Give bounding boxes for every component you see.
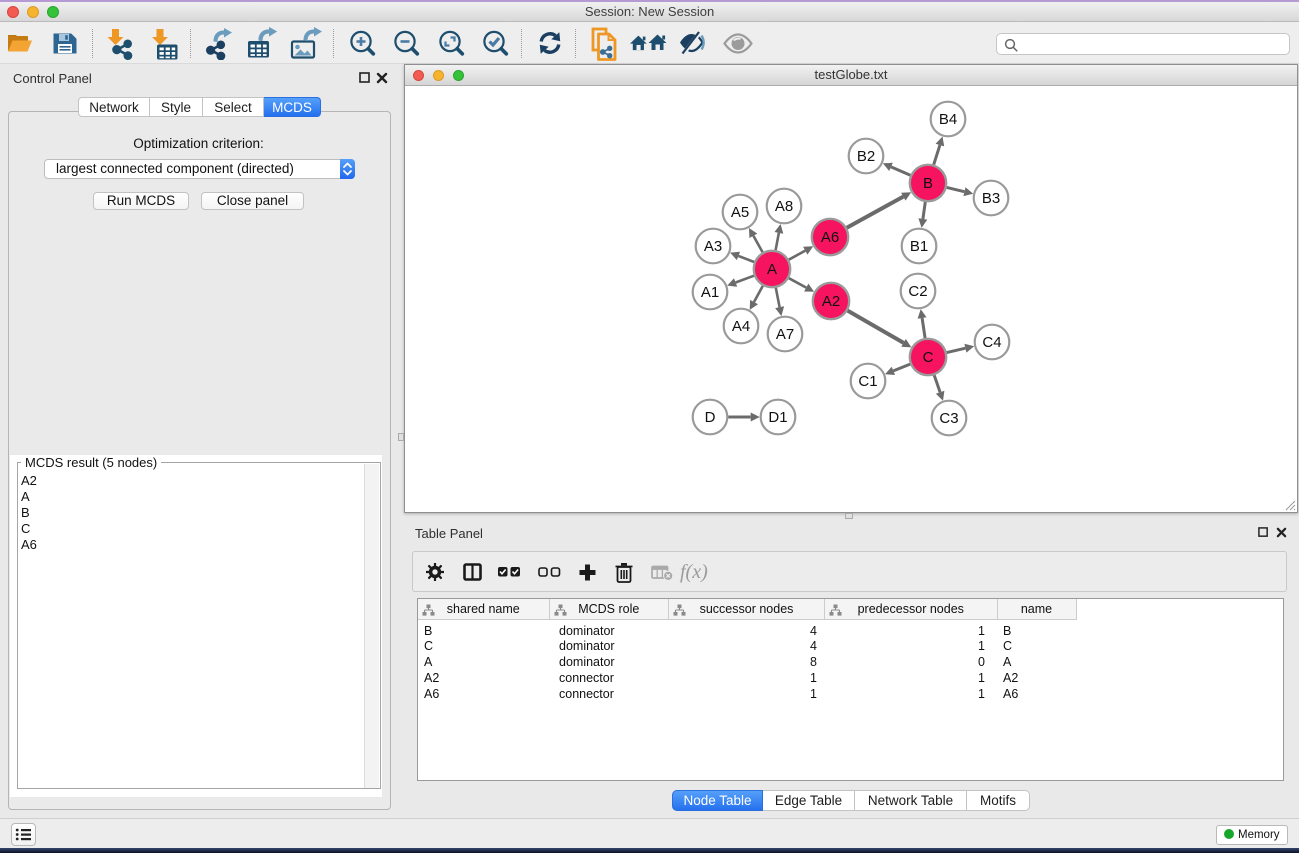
svg-text:B: B — [923, 175, 933, 192]
svg-text:A8: A8 — [775, 198, 793, 215]
svg-text:B4: B4 — [939, 111, 957, 128]
svg-text:D: D — [705, 409, 716, 426]
svg-text:A7: A7 — [776, 326, 794, 343]
svg-text:B2: B2 — [857, 148, 875, 165]
svg-text:C2: C2 — [908, 283, 927, 300]
svg-text:A3: A3 — [704, 238, 722, 255]
svg-text:C4: C4 — [982, 334, 1001, 351]
svg-text:A5: A5 — [731, 204, 749, 221]
svg-text:A2: A2 — [822, 293, 840, 310]
svg-text:C3: C3 — [939, 410, 958, 427]
svg-text:C1: C1 — [858, 373, 877, 390]
svg-text:A1: A1 — [701, 284, 719, 301]
svg-text:B3: B3 — [982, 190, 1000, 207]
svg-text:B1: B1 — [910, 238, 928, 255]
svg-text:A: A — [767, 261, 777, 278]
svg-text:A6: A6 — [821, 229, 839, 246]
svg-text:D1: D1 — [768, 409, 787, 426]
svg-text:A4: A4 — [732, 318, 750, 335]
svg-text:C: C — [923, 349, 934, 366]
